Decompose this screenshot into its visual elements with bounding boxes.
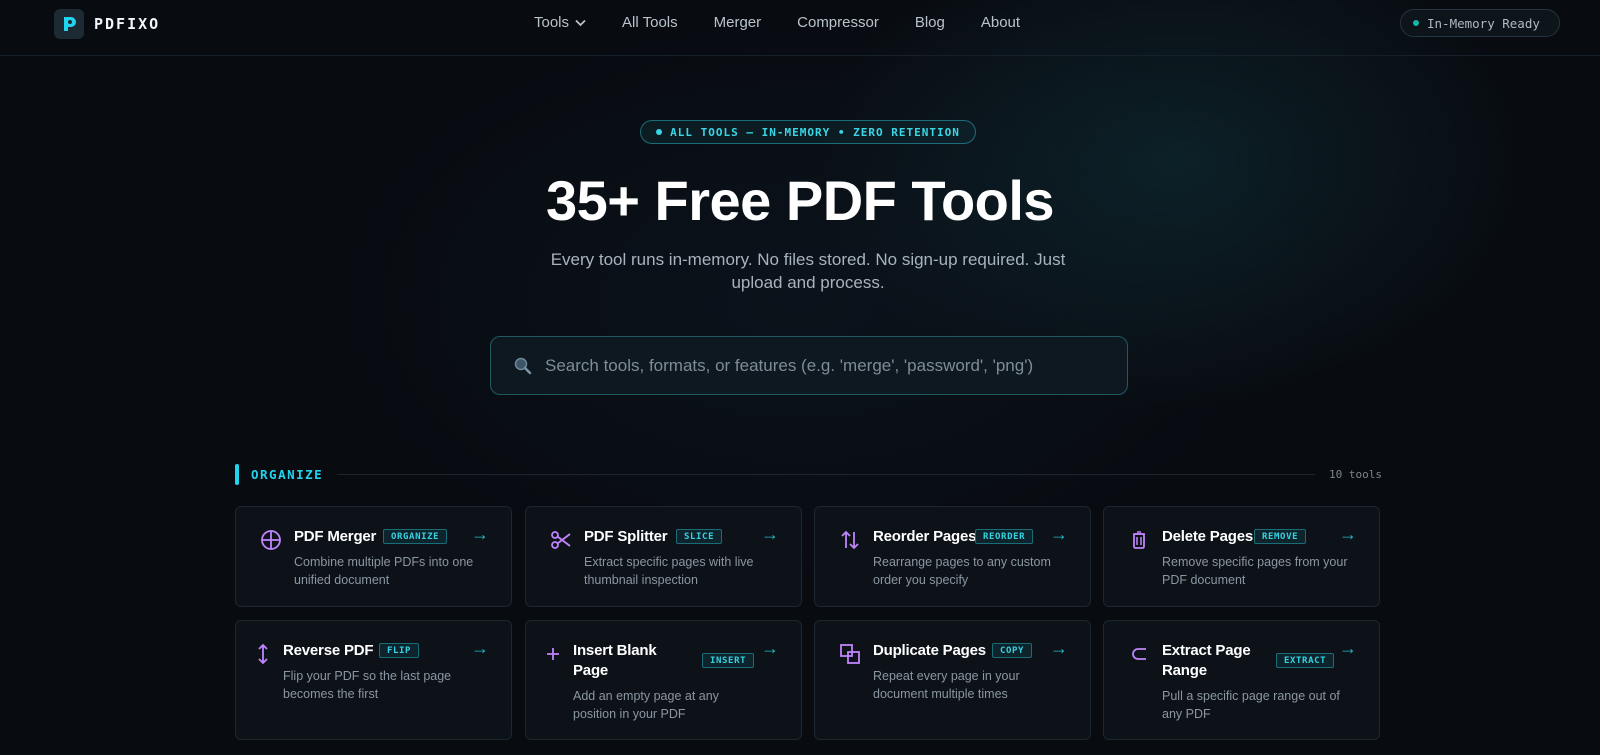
nav-compressor[interactable]: Compressor — [797, 14, 879, 31]
trash-icon — [1128, 529, 1150, 551]
nav-blog[interactable]: Blog — [915, 14, 945, 31]
section-divider — [337, 473, 1316, 475]
arrow-right-icon: → — [761, 638, 779, 658]
tool-card-pdf-splitter[interactable]: PDF Splitter SLICE → Extract specific pa… — [525, 506, 802, 607]
arrow-right-icon: → — [471, 638, 489, 658]
tool-card-reverse-pdf[interactable]: Reverse PDF FLIP → Flip your PDF so the … — [235, 620, 512, 740]
tool-title: Duplicate Pages — [873, 642, 986, 659]
merge-circle-icon — [260, 529, 282, 551]
tool-description: Flip your PDF so the last page becomes t… — [283, 669, 452, 701]
page-title: 35+ Free PDF Tools — [545, 169, 1055, 232]
tool-tag: COPY — [992, 643, 1033, 658]
hero-badge: ALL TOOLS — IN-MEMORY • ZERO RETENTION — [640, 120, 976, 144]
tool-tag: REMOVE — [1254, 529, 1307, 544]
status-text: In-Memory Ready — [1427, 15, 1540, 31]
status-dot-icon — [1413, 20, 1419, 26]
arrow-right-icon: → — [1339, 638, 1357, 658]
tool-description: Extract specific pages with live thumbna… — [584, 555, 754, 587]
tool-title: Reverse PDF — [283, 642, 374, 659]
tool-card-extract-page-range[interactable]: Extract Page Range EXTRACT → Pull a spec… — [1103, 620, 1380, 740]
section-header-organize: ORGANIZE 10 tools — [235, 463, 1382, 485]
reorder-arrows-icon — [839, 529, 861, 551]
hero-badge-text: ALL TOOLS — IN-MEMORY • ZERO RETENTION — [670, 125, 960, 139]
tool-tag: ORGANIZE — [383, 529, 448, 544]
chevron-down-icon — [575, 19, 586, 26]
scissors-icon — [550, 529, 572, 551]
tool-tag: EXTRACT — [1276, 653, 1335, 668]
brand-logo[interactable]: PDFIXO — [54, 9, 160, 39]
plus-icon — [542, 643, 564, 665]
hero-subtitle: Every tool runs in-memory. No files stor… — [550, 250, 1066, 292]
tool-card-reorder-pages[interactable]: Reorder Pages REORDER → Rearrange pages … — [814, 506, 1091, 607]
duplicate-icon — [839, 643, 861, 665]
tool-card-delete-pages[interactable]: Delete Pages REMOVE → Remove specific pa… — [1103, 506, 1380, 607]
site-header: PDFIXO Tools All Tools Merger Compressor… — [0, 0, 1600, 56]
arrow-right-icon: → — [1050, 524, 1068, 544]
nav-merger[interactable]: Merger — [714, 14, 762, 31]
tool-tag: REORDER — [975, 529, 1034, 544]
tool-description: Repeat every page in your document multi… — [873, 669, 1020, 701]
tool-title: PDF Splitter — [584, 528, 668, 545]
tool-title: Reorder Pages — [873, 528, 977, 545]
tool-title: Insert Blank Page — [573, 642, 657, 679]
subset-icon — [1128, 643, 1150, 665]
arrow-right-icon: → — [1339, 524, 1357, 544]
search-input[interactable] — [545, 355, 1105, 376]
search-box[interactable] — [490, 336, 1128, 395]
tool-card-insert-blank-page[interactable]: Insert Blank Page INSERT → Add an empty … — [525, 620, 802, 740]
status-pill: In-Memory Ready — [1400, 9, 1560, 37]
tool-description: Add an empty page at any position in you… — [573, 689, 719, 721]
badge-dot-icon — [656, 129, 663, 135]
nav-tools[interactable]: Tools — [534, 14, 586, 31]
arrow-right-icon: → — [761, 524, 779, 544]
tool-description: Remove specific pages from your PDF docu… — [1162, 555, 1348, 587]
tool-description: Pull a specific page range out of any PD… — [1162, 689, 1340, 721]
tool-title: Delete Pages — [1162, 528, 1253, 545]
section-accent-bar — [235, 463, 239, 485]
tool-card-pdf-merger[interactable]: PDF Merger ORGANIZE → Combine multiple P… — [235, 506, 512, 607]
tool-tag: FLIP — [379, 643, 420, 658]
arrow-right-icon: → — [1050, 638, 1068, 658]
tool-card-duplicate-pages[interactable]: Duplicate Pages COPY → Repeat every page… — [814, 620, 1091, 740]
nav-about[interactable]: About — [981, 14, 1020, 31]
tool-tag: INSERT — [702, 653, 755, 668]
nav-tools-label: Tools — [534, 14, 570, 31]
pdfixo-logo-icon — [54, 9, 84, 39]
tool-title: Extract Page Range — [1162, 642, 1251, 679]
tool-description: Rearrange pages to any custom order you … — [873, 555, 1051, 587]
vertical-arrows-icon — [252, 643, 274, 665]
nav-all-tools[interactable]: All Tools — [622, 14, 678, 31]
tool-title: PDF Merger — [294, 528, 377, 545]
tool-tag: SLICE — [676, 529, 723, 544]
tool-description: Combine multiple PDFs into one unified d… — [294, 555, 474, 587]
search-icon — [514, 357, 532, 374]
section-count: 10 tools — [1329, 467, 1382, 481]
arrow-right-icon: → — [471, 524, 489, 544]
section-title: ORGANIZE — [251, 466, 324, 482]
brand-name: PDFIXO — [94, 15, 161, 33]
main-nav: Tools All Tools Merger Compressor Blog A… — [534, 14, 1020, 31]
